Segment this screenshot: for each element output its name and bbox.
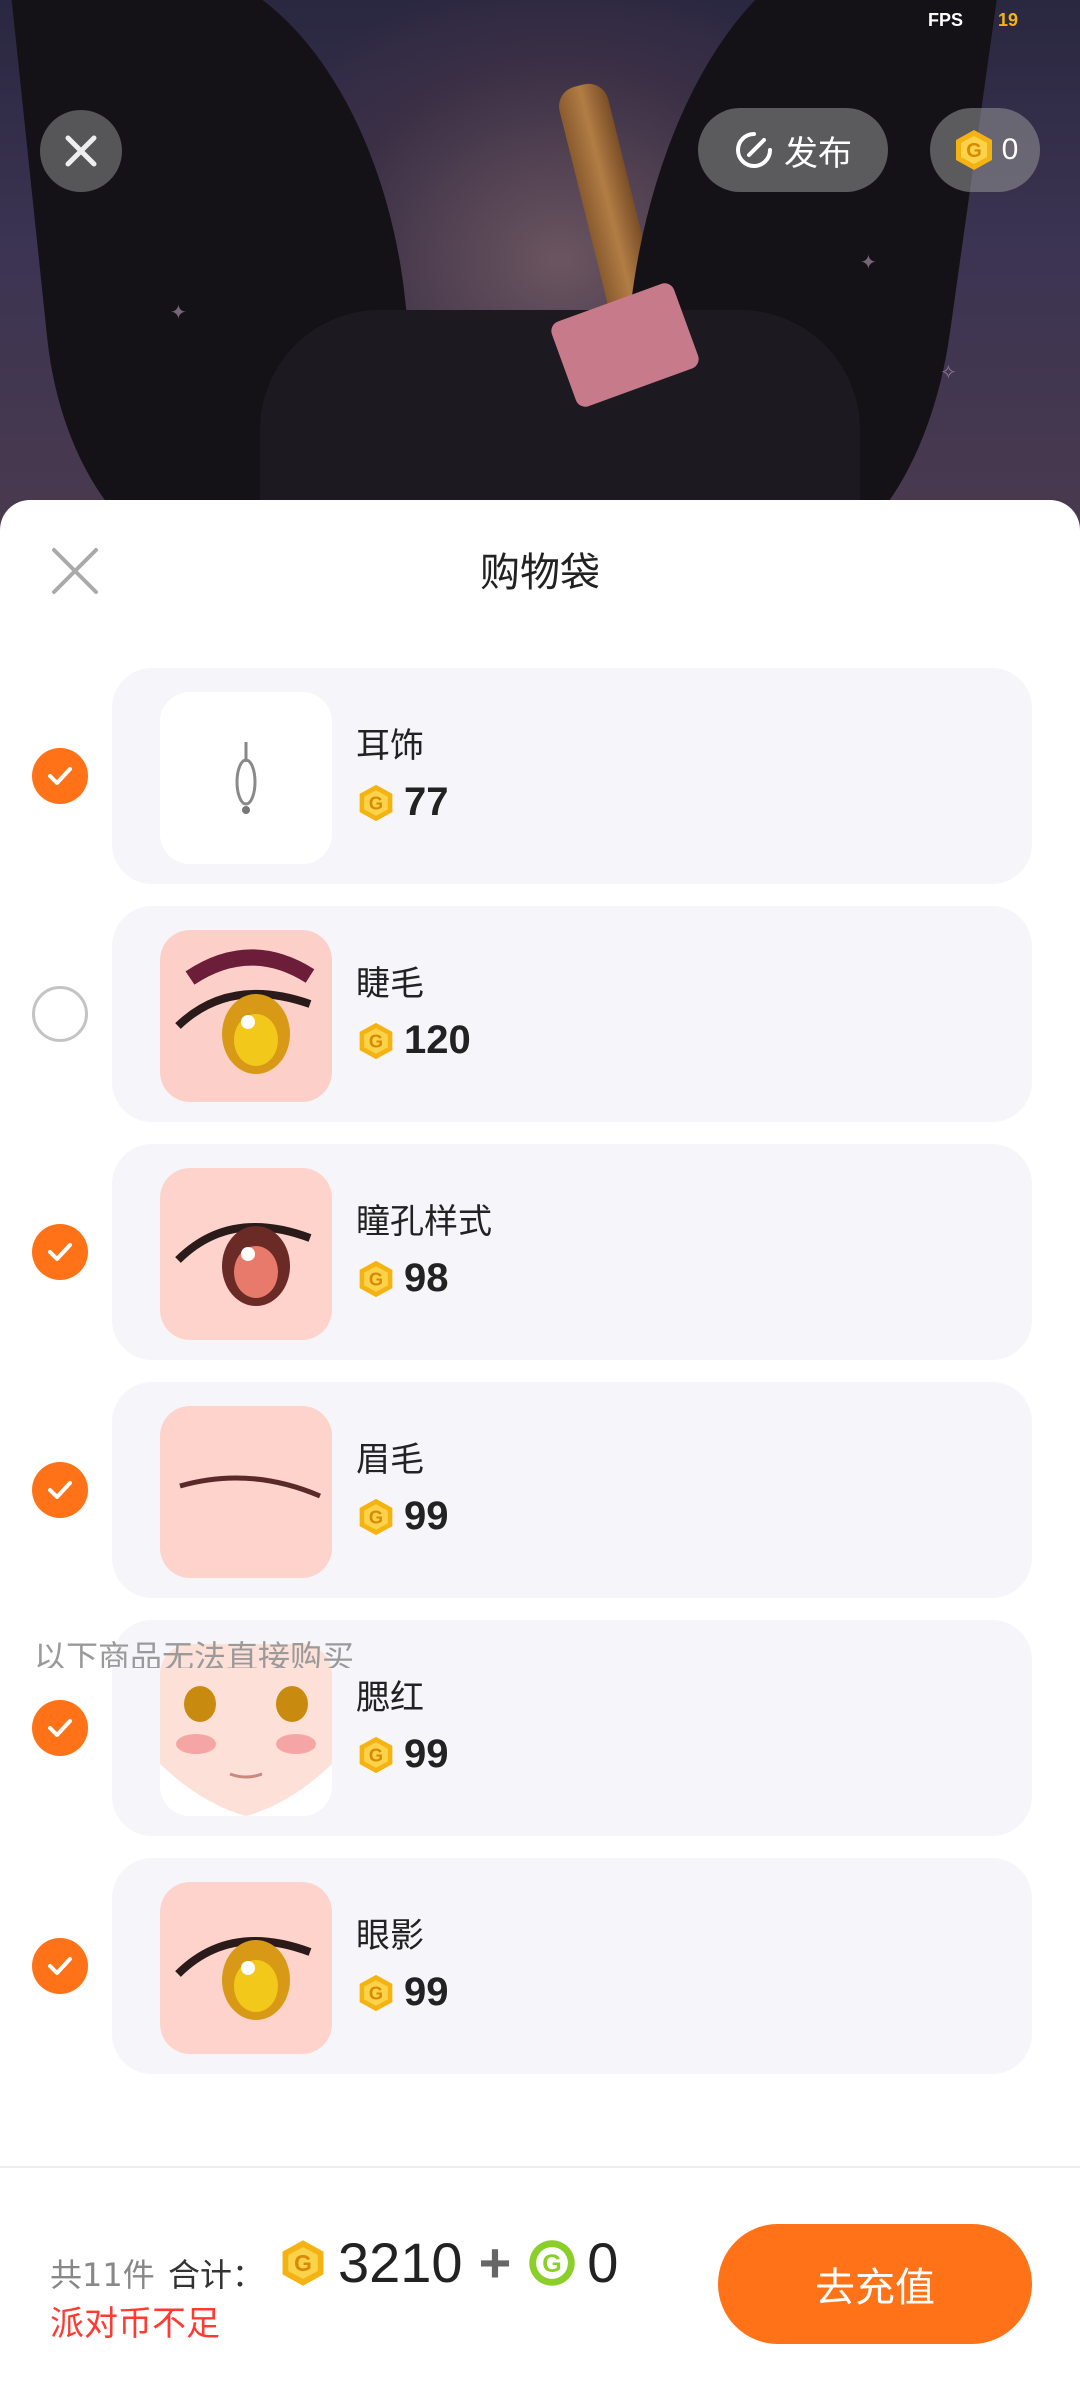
item-name: 眉毛	[356, 1440, 424, 1480]
plus-sign: +	[478, 2231, 512, 2294]
publish-label: 发布	[784, 133, 852, 174]
eyelash-thumbnail	[160, 930, 332, 1102]
gold-coin-icon: G	[955, 130, 992, 170]
fps-value: 19	[998, 10, 1019, 30]
pupil-thumbnail	[160, 1168, 332, 1340]
item-checkbox[interactable]	[32, 748, 88, 804]
green-total: 0	[587, 2231, 619, 2294]
close-scene-button[interactable]	[40, 110, 122, 192]
sheet-title: 购物袋	[480, 550, 600, 596]
sparkle-icon: ✦	[860, 250, 877, 274]
cart-item-pupil[interactable]: 瞳孔样式 G 98	[112, 1144, 1032, 1360]
item-checkbox[interactable]	[32, 1462, 88, 1518]
item-price: G 98	[356, 1256, 449, 1301]
total-amount: G 3210 + G 0	[278, 2230, 618, 2295]
unavailable-notice: 以下商品无法直接购买	[34, 1638, 355, 1668]
gold-total: 3210	[338, 2231, 463, 2294]
svg-text:G: G	[369, 793, 383, 813]
item-name: 瞳孔样式	[356, 1202, 492, 1242]
svg-text:G: G	[369, 1507, 383, 1527]
item-checkbox[interactable]	[32, 1700, 88, 1756]
publish-icon	[736, 132, 772, 168]
item-price: G 77	[356, 780, 449, 825]
gold-coin-icon: G	[359, 1498, 393, 1535]
eyeshadow-thumbnail	[160, 1882, 332, 2054]
item-price-value: 99	[404, 1732, 449, 1776]
publish-button[interactable]: 发布	[698, 108, 888, 192]
svg-text:G: G	[369, 1745, 383, 1765]
item-count: 共11件	[50, 2256, 155, 2294]
item-name: 耳饰	[356, 726, 424, 766]
insufficient-balance-warning: 派对币不足	[50, 2304, 220, 2344]
gold-coin-icon: G	[359, 784, 393, 821]
blush-thumbnail	[160, 1644, 332, 1816]
item-price: G 120	[356, 1018, 471, 1063]
coin-balance-value: 0	[1001, 133, 1019, 166]
item-name: 睫毛	[356, 964, 424, 1004]
checkmark-icon	[48, 1957, 72, 1975]
checkout-bar: 共11件 合计： G 3210 + G 0 派对币不足 去充值	[0, 2166, 1080, 2400]
item-name: 眼影	[356, 1916, 424, 1956]
cart-item-eyebrow[interactable]: 眉毛 G 99	[112, 1382, 1032, 1598]
item-price-value: 120	[404, 1018, 471, 1062]
svg-text:G: G	[369, 1031, 383, 1051]
item-price-value: 98	[404, 1256, 449, 1300]
cart-item-eyelash[interactable]: 睫毛 G 120	[112, 906, 1032, 1122]
item-price: G 99	[356, 1970, 449, 2015]
eyebrow-thumbnail	[160, 1406, 332, 1578]
fps-label: FPS	[928, 10, 964, 30]
green-coin-icon: G	[529, 2239, 576, 2286]
item-price-value: 77	[404, 780, 449, 824]
item-name: 腮红	[356, 1678, 424, 1718]
checkmark-icon	[48, 1719, 72, 1737]
gold-coin-icon: G	[282, 2239, 324, 2286]
recharge-label: 去充值	[815, 2265, 935, 2311]
earring-thumbnail	[160, 692, 332, 864]
total-label: 合计：	[168, 2256, 265, 2294]
checkmark-icon	[48, 1243, 72, 1261]
close-icon	[65, 135, 97, 167]
item-checkbox[interactable]	[32, 1938, 88, 1994]
avatar-scene-background: ✦ ✧ ✦	[0, 0, 1080, 540]
gold-coin-icon: G	[359, 1260, 393, 1297]
checkmark-icon	[48, 767, 72, 785]
cart-item-earring[interactable]: 耳饰 G 77	[112, 668, 1032, 884]
gold-coin-icon: G	[359, 1974, 393, 2011]
svg-text:G: G	[543, 2250, 562, 2278]
recharge-button[interactable]: 去充值	[718, 2224, 1032, 2344]
svg-text:G: G	[294, 2249, 312, 2275]
item-price: G 99	[356, 1494, 449, 1539]
gold-coin-icon: G	[359, 1022, 393, 1059]
svg-text:G: G	[369, 1269, 383, 1289]
item-checkbox[interactable]	[32, 1224, 88, 1280]
sparkle-icon: ✧	[940, 360, 957, 384]
item-price-value: 99	[404, 1494, 449, 1538]
svg-text:G: G	[369, 1983, 383, 2003]
item-price-value: 99	[404, 1970, 449, 2014]
cart-item-eyeshadow[interactable]: 眼影 G 99	[112, 1858, 1032, 2074]
svg-text:G: G	[966, 140, 982, 162]
coin-balance-pill[interactable]: G 0	[930, 108, 1040, 192]
gold-coin-icon: G	[359, 1736, 393, 1773]
item-checkbox[interactable]	[32, 986, 88, 1042]
item-price: G 99	[356, 1732, 449, 1777]
sparkle-icon: ✦	[170, 300, 187, 324]
checkmark-icon	[48, 1481, 72, 1499]
